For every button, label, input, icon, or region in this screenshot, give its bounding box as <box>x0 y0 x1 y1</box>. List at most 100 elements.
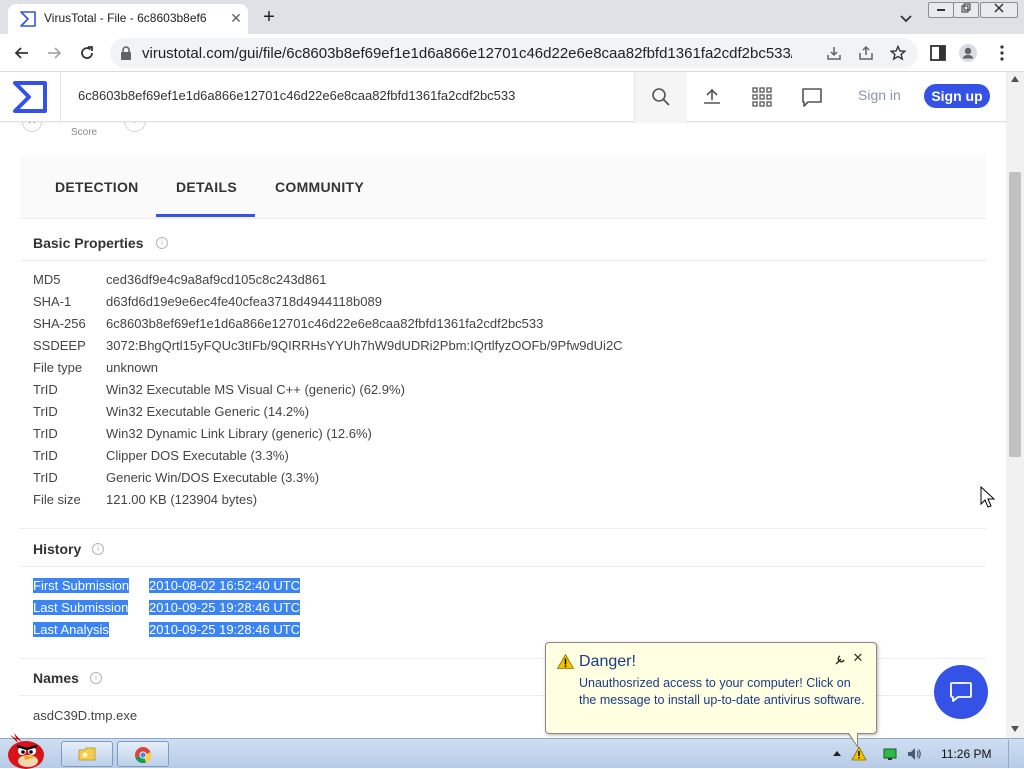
tabs-bar: DETECTION DETAILS COMMUNITY <box>20 157 986 219</box>
install-app-icon[interactable] <box>826 45 842 61</box>
address-bar[interactable]: virustotal.com/gui/file/6c8603b8ef69ef1e… <box>110 38 918 68</box>
active-tab-indicator <box>156 214 255 217</box>
start-button-angry-bird-icon[interactable] <box>4 731 48 769</box>
danger-notification-balloon[interactable]: Danger! ✕ Unauthosrized access to your c… <box>545 642 877 748</box>
property-value: 6c8603b8ef69ef1e1d6a866e12701c46d22e6e8c… <box>106 316 544 331</box>
chevron-down-icon[interactable] <box>896 8 916 28</box>
bookmark-star-icon[interactable] <box>890 45 906 61</box>
chrome-icon <box>135 747 152 764</box>
history-value: 2010-09-25 19:28:46 UTC <box>149 600 301 615</box>
info-icon[interactable]: i <box>90 672 102 684</box>
page-scrollbar[interactable] <box>1006 72 1024 738</box>
scroll-up-icon[interactable] <box>1011 76 1019 82</box>
options-wrench-icon[interactable] <box>834 654 846 666</box>
property-value: unknown <box>106 360 159 375</box>
section-divider <box>20 566 986 567</box>
info-icon[interactable]: i <box>92 543 104 555</box>
property-key: TrID <box>33 382 58 397</box>
property-value: ced36df9e4c9a8af9cd105c8c243d861 <box>106 272 327 287</box>
virustotal-logo-icon[interactable] <box>12 80 48 114</box>
mouse-cursor-icon <box>980 486 996 508</box>
property-key: SHA-256 <box>33 316 86 331</box>
sign-in-link[interactable]: Sign in <box>858 87 901 103</box>
balloon-title: Danger! <box>579 653 636 670</box>
score-widget-right[interactable] <box>124 122 146 132</box>
side-panel-icon[interactable] <box>928 43 948 63</box>
scroll-thumb[interactable] <box>1009 172 1021 457</box>
warning-icon <box>557 654 574 669</box>
windows-taskbar: 11:26 PM <box>0 733 1024 769</box>
property-value: 121.00 KB (123904 bytes) <box>106 492 258 507</box>
history-value: 2010-08-02 16:52:40 UTC <box>149 578 301 593</box>
close-icon <box>28 122 36 124</box>
file-name-value: asdC39D.tmp.exe <box>33 708 138 723</box>
taskbar-clock[interactable]: 11:26 PM <box>941 747 991 761</box>
balloon-close-icon[interactable]: ✕ <box>852 651 864 665</box>
volume-icon[interactable] <box>906 746 922 762</box>
upload-icon[interactable] <box>700 85 724 109</box>
tab-title: VirusTotal - File - 6c8603b8ef6 <box>44 11 207 25</box>
forward-icon[interactable] <box>44 43 64 63</box>
share-icon[interactable] <box>858 45 874 61</box>
property-key: SHA-1 <box>33 294 72 309</box>
history-key: First Submission <box>33 578 130 593</box>
back-icon[interactable] <box>12 43 32 63</box>
virustotal-favicon-icon <box>20 11 36 27</box>
sign-up-button[interactable]: Sign up <box>924 84 990 108</box>
property-value: Generic Win/DOS Executable (3.3%) <box>106 470 320 485</box>
basic-properties-title: Basic Properties <box>33 235 144 251</box>
menu-kebab-icon[interactable] <box>992 43 1012 63</box>
property-value: d63fd6d19e9e6ec4fe40cfea3718d4944118b089 <box>106 294 382 309</box>
tab-close-icon[interactable]: ✕ <box>228 10 244 26</box>
property-key: File type <box>33 360 83 375</box>
minimize-button[interactable] <box>928 2 954 18</box>
reload-icon[interactable] <box>77 43 97 63</box>
browser-tab-strip: VirusTotal - File - 6c8603b8ef6 ✕ + <box>0 0 1024 34</box>
property-value: Win32 Dynamic Link Library (generic) (12… <box>106 426 372 441</box>
restore-button[interactable] <box>953 2 979 18</box>
chat-button[interactable] <box>934 665 988 719</box>
property-key: TrID <box>33 426 58 441</box>
comment-icon[interactable] <box>800 85 824 109</box>
tray-warning-icon[interactable] <box>851 746 867 762</box>
header-divider <box>60 72 61 122</box>
property-key: File size <box>33 492 81 507</box>
url-text[interactable]: virustotal.com/gui/file/6c8603b8ef69ef1e… <box>142 45 792 62</box>
lock-icon[interactable] <box>120 46 132 60</box>
apps-grid-icon[interactable] <box>750 85 774 109</box>
tab-detection[interactable]: DETECTION <box>55 179 139 195</box>
history-title: History <box>33 541 82 557</box>
info-icon[interactable]: i <box>156 237 168 249</box>
close-window-button[interactable] <box>980 2 1018 18</box>
balloon-message[interactable]: Unauthosrized access to your computer! C… <box>579 675 869 709</box>
score-label: Score <box>71 127 98 138</box>
history-value: 2010-09-25 19:28:46 UTC <box>149 622 301 637</box>
property-value: Win32 Executable MS Visual C++ (generic)… <box>106 382 405 397</box>
search-input[interactable] <box>78 88 618 103</box>
score-widget-left <box>22 122 42 132</box>
taskbar-explorer-button[interactable] <box>61 741 113 767</box>
tray-expand-icon[interactable] <box>832 749 842 757</box>
section-divider <box>20 260 986 261</box>
search-button[interactable] <box>634 72 686 122</box>
profile-avatar-icon[interactable] <box>958 43 978 63</box>
tab-details[interactable]: DETAILS <box>176 179 237 195</box>
scroll-down-icon[interactable] <box>1011 726 1019 732</box>
property-key: MD5 <box>33 272 61 287</box>
property-value: Win32 Executable Generic (14.2%) <box>106 404 310 419</box>
browser-toolbar: virustotal.com/gui/file/6c8603b8ef69ef1e… <box>0 34 1024 72</box>
property-value: Clipper DOS Executable (3.3%) <box>106 448 289 463</box>
tab-community[interactable]: COMMUNITY <box>275 179 364 195</box>
section-divider <box>20 528 986 529</box>
browser-tab[interactable]: VirusTotal - File - 6c8603b8ef6 ✕ <box>8 4 248 34</box>
property-key: SSDEEP <box>33 338 86 353</box>
show-desktop-button[interactable] <box>1008 740 1024 768</box>
folder-icon <box>78 747 96 761</box>
search-icon <box>652 88 670 106</box>
new-tab-button[interactable]: + <box>258 6 280 28</box>
taskbar-chrome-button[interactable] <box>117 741 169 767</box>
history-key: Last Submission <box>33 600 129 615</box>
chevron-down-icon <box>134 122 136 123</box>
network-icon[interactable] <box>882 746 898 762</box>
balloon-tail-inner <box>849 733 857 745</box>
